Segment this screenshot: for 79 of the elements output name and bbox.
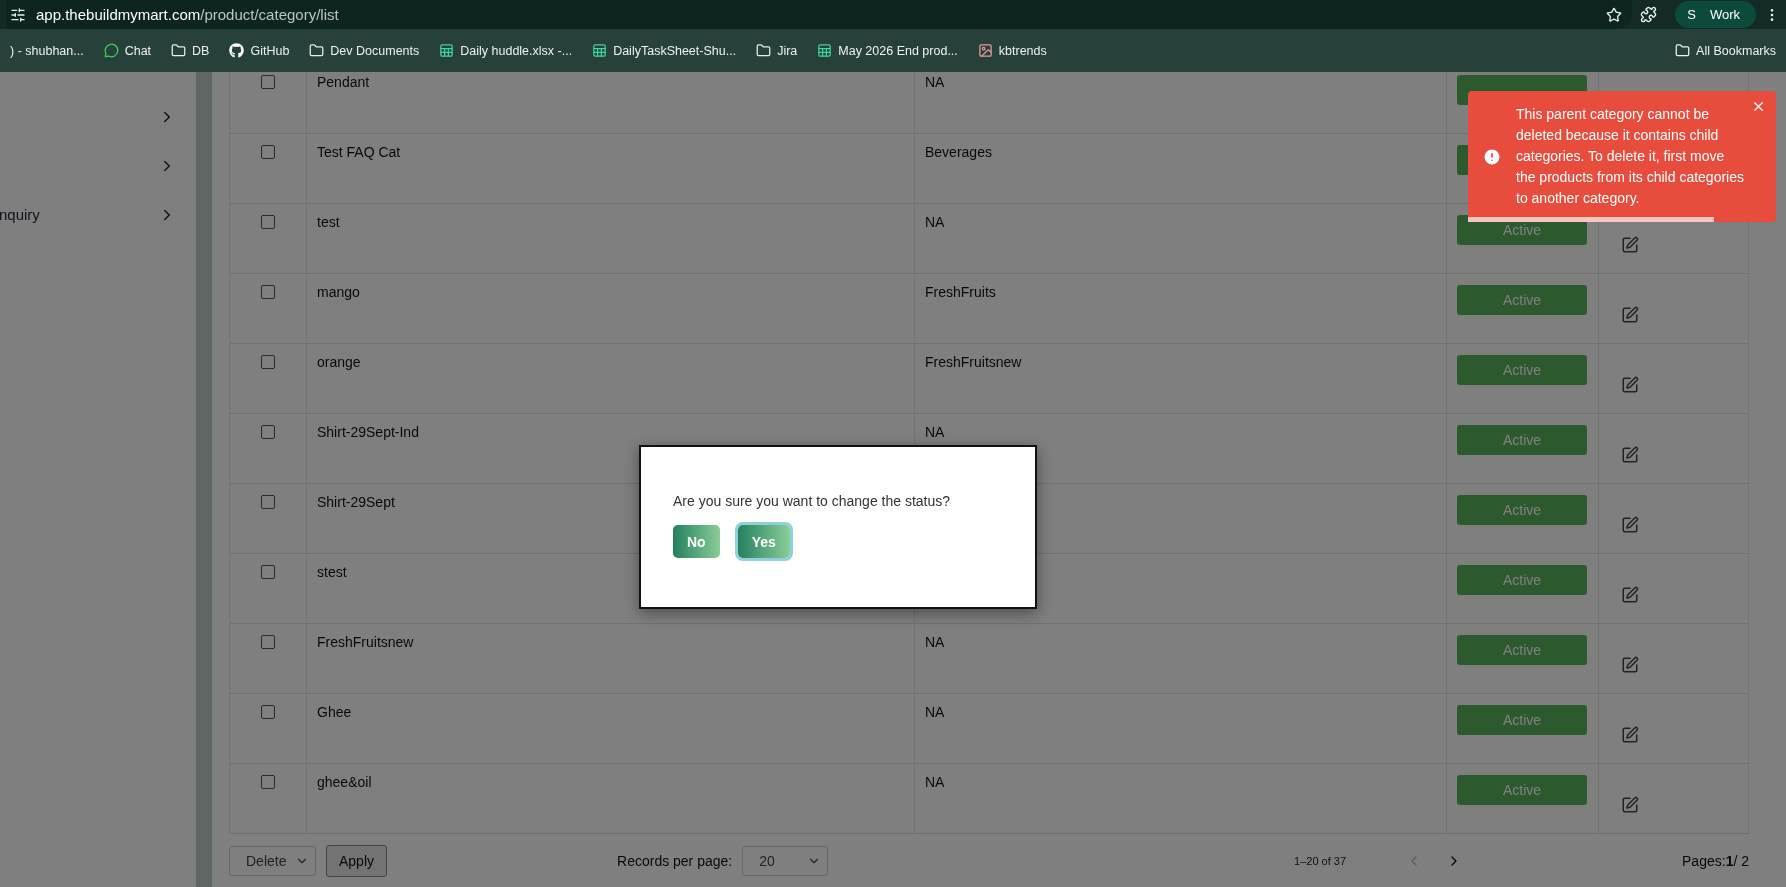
- table-cell: test: [317, 214, 340, 230]
- table-cell: stest: [317, 564, 347, 580]
- apply-button[interactable]: Apply: [326, 844, 388, 877]
- chat-icon: [103, 43, 119, 58]
- table-cell: Test FAQ Cat: [317, 144, 401, 160]
- table-cell: Shirt-29Sept-Ind: [317, 424, 419, 440]
- star-icon[interactable]: [1606, 6, 1623, 23]
- table-cell: NA: [925, 634, 945, 650]
- all-bookmarks[interactable]: All Bookmarks: [1665, 43, 1786, 58]
- bookmark[interactable]: May 2026 End prod...: [807, 43, 968, 58]
- checkbox[interactable]: [261, 145, 275, 159]
- checkbox[interactable]: [261, 705, 275, 719]
- checkbox[interactable]: [261, 75, 275, 89]
- bulk-action-select[interactable]: Delete: [229, 845, 316, 876]
- folder-icon: [309, 43, 325, 58]
- bookmark[interactable]: GitHub: [219, 43, 300, 58]
- dialog-message: Are you sure you want to change the status?: [673, 493, 952, 509]
- checkbox[interactable]: [261, 635, 275, 649]
- sidebar-item[interactable]: nquiry: [0, 206, 40, 223]
- pages-text: Pages:1/ 2: [1682, 852, 1749, 869]
- table-cell: NA: [925, 704, 945, 720]
- checkbox[interactable]: [261, 285, 275, 299]
- spreadsheet-icon: [439, 43, 455, 58]
- range-text: 1–20 of 37: [1294, 854, 1347, 867]
- bookmark[interactable]: Chat: [93, 43, 162, 58]
- github-icon: [229, 43, 245, 58]
- table-cell: Ghee: [317, 704, 352, 720]
- scrollbar-track[interactable]: [196, 72, 212, 887]
- profile-button[interactable]: S Work: [1675, 1, 1756, 28]
- table-cell: orange: [317, 354, 361, 370]
- dialog-button[interactable]: No: [673, 525, 720, 558]
- table-cell: NA: [925, 774, 945, 790]
- edit-icon[interactable]: [1621, 796, 1639, 814]
- table-cell: FreshFruitsnew: [317, 634, 414, 650]
- bookmark[interactable]: ) - shubhan...: [0, 43, 94, 58]
- edit-icon[interactable]: [1621, 306, 1639, 324]
- table-cell: Pendant: [317, 74, 370, 90]
- alert-icon: [1482, 146, 1502, 167]
- bookmark[interactable]: Jira: [746, 43, 808, 58]
- table-cell: NA: [925, 74, 945, 90]
- edit-icon[interactable]: [1621, 236, 1639, 254]
- edit-icon[interactable]: [1621, 726, 1639, 744]
- records-per-page-select[interactable]: 20: [742, 845, 829, 876]
- bookmark[interactable]: Daily huddle.xlsx -...: [429, 43, 583, 58]
- checkbox[interactable]: [261, 215, 275, 229]
- folder-icon: [171, 43, 187, 58]
- spreadsheet-icon: [592, 43, 608, 58]
- table-cell: ghee&oil: [317, 774, 372, 790]
- edit-icon[interactable]: [1621, 446, 1639, 464]
- bookmark[interactable]: DB: [161, 43, 220, 58]
- folder-icon: [756, 43, 772, 58]
- edit-icon[interactable]: [1621, 586, 1639, 604]
- folder-icon: [1675, 43, 1691, 58]
- checkbox[interactable]: [261, 355, 275, 369]
- table-cell: Shirt-29Sept: [317, 494, 395, 510]
- bookmark[interactable]: DailyTaskSheet-Shu...: [582, 43, 747, 58]
- checkbox[interactable]: [261, 495, 275, 509]
- table-cell: FreshFruits: [925, 284, 996, 300]
- image-icon: [977, 43, 993, 58]
- edit-icon[interactable]: [1621, 656, 1639, 674]
- table-cell: FreshFruitsnew: [925, 354, 1022, 370]
- checkbox[interactable]: [261, 565, 275, 579]
- puzzle-icon[interactable]: [1640, 6, 1658, 23]
- records-per-page-label: Records per page:: [617, 852, 733, 869]
- dialog-button[interactable]: Yes: [737, 525, 790, 558]
- edit-icon[interactable]: [1621, 376, 1639, 394]
- table-cell: mango: [317, 284, 360, 300]
- site-settings-icon[interactable]: [10, 6, 26, 23]
- checkbox[interactable]: [261, 775, 275, 789]
- table-cell: NA: [925, 424, 945, 440]
- spreadsheet-icon: [817, 43, 833, 58]
- table-cell: Beverages: [925, 144, 992, 160]
- bookmark[interactable]: Dev Documents: [299, 43, 430, 58]
- close-button[interactable]: [1751, 99, 1766, 114]
- edit-icon[interactable]: [1621, 516, 1639, 534]
- checkbox[interactable]: [261, 425, 275, 439]
- bookmark[interactable]: kbtrends: [967, 43, 1057, 58]
- toast-message: This parent category cannot be deleted because it contains child categories. To delete it, first move the products from its child categories to another category.: [1516, 105, 1744, 208]
- table-cell: NA: [925, 214, 945, 230]
